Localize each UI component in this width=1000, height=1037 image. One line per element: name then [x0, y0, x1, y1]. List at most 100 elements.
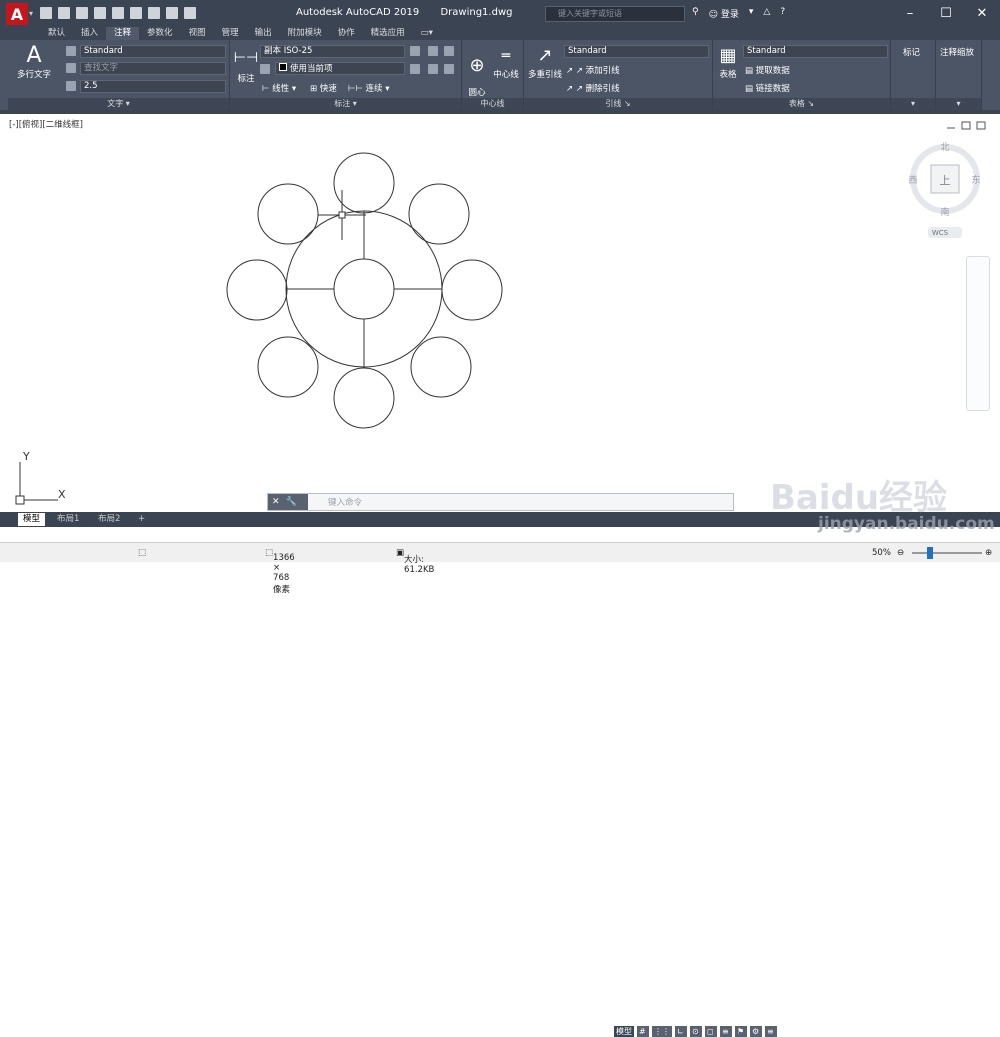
linear-dim-button[interactable]: ⊢ 线性 ▾: [262, 82, 296, 94]
remove-leader-button[interactable]: ↗ ↗ 删除引线: [566, 82, 620, 94]
extract-data-button[interactable]: ▤ 提取数据: [745, 64, 790, 76]
table-style-select[interactable]: Standard: [743, 45, 888, 58]
continue-dim-button[interactable]: ⊢⊢ 连续 ▾: [348, 82, 390, 94]
text-panel-title[interactable]: 文字 ▾: [8, 98, 229, 110]
markup-panel-title: 标记: [903, 48, 921, 58]
ribbon-toggle-icon[interactable]: ▭▾: [413, 27, 441, 40]
undo-icon[interactable]: [166, 7, 178, 19]
dim-tool-1-icon[interactable]: [410, 46, 420, 56]
dim-tool-6-icon[interactable]: [444, 64, 454, 74]
save-as-icon[interactable]: [94, 7, 106, 19]
check-spelling-icon[interactable]: [66, 46, 76, 56]
tab-addins[interactable]: 附加模块: [280, 27, 330, 40]
size-label: ▣ 大小: 61.2KB: [396, 548, 435, 575]
viewport-controls[interactable]: [-][俯视][二维线框]: [9, 118, 83, 130]
tab-featured-apps[interactable]: 精选应用: [363, 27, 413, 40]
binoculars-icon[interactable]: ⚲: [692, 7, 699, 20]
open-icon[interactable]: [58, 7, 70, 19]
mtext-label: 多行文字: [16, 70, 51, 80]
tab-default[interactable]: 默认: [40, 27, 73, 40]
mtext-button[interactable]: A 多行文字: [14, 44, 54, 81]
layer-icon[interactable]: [260, 64, 270, 74]
dim-layer-select[interactable]: 使用当前项: [275, 62, 405, 75]
osnap-icon[interactable]: ◻: [705, 1026, 717, 1037]
mleader-label: 多重引线: [527, 70, 562, 80]
grid-icon[interactable]: #: [637, 1026, 649, 1037]
dim-tool-4-icon[interactable]: [410, 64, 420, 74]
annotation-scale-icon[interactable]: ⚑: [735, 1026, 747, 1037]
polar-icon[interactable]: ⊙: [690, 1026, 702, 1037]
save-web-icon[interactable]: [130, 7, 142, 19]
app-menu-chevron-icon[interactable]: ▾: [29, 9, 33, 18]
login-button[interactable]: ☺ 登录: [709, 7, 739, 20]
cart-icon[interactable]: ▾: [749, 7, 754, 20]
dim-tool-3-icon[interactable]: [444, 46, 454, 56]
tab-view[interactable]: 视图: [181, 27, 214, 40]
table-button[interactable]: ▦ 表格: [715, 44, 741, 80]
zoom-slider-thumb[interactable]: [927, 547, 933, 559]
exchange-icon[interactable]: △: [763, 7, 770, 20]
drawing-canvas[interactable]: [0, 114, 1000, 512]
mleader-button[interactable]: ↗ 多重引线: [526, 44, 564, 80]
lineweight-icon[interactable]: ≡: [720, 1026, 732, 1037]
close-button[interactable]: ✕: [964, 0, 1000, 27]
user-icon: ☺: [708, 10, 721, 20]
open-web-icon[interactable]: [112, 7, 124, 19]
dim-style-select[interactable]: 副本 ISO-25: [260, 45, 405, 58]
layout-tab-1[interactable]: 布局1: [52, 513, 84, 526]
new-icon[interactable]: [40, 7, 52, 19]
markup-panel[interactable]: 标记 ▾: [891, 40, 936, 110]
add-leader-button[interactable]: ↗ ↗ 添加引线: [566, 64, 620, 76]
crop-icon[interactable]: ⬚: [138, 548, 146, 558]
zoom-in-button[interactable]: ⊕: [985, 548, 992, 558]
quick-dim-button[interactable]: ⊞ 快速: [310, 82, 337, 94]
tab-collaborate[interactable]: 协作: [330, 27, 363, 40]
tab-annotate[interactable]: 注释: [106, 27, 140, 40]
tab-output[interactable]: 输出: [247, 27, 280, 40]
command-input[interactable]: 键入命令: [328, 496, 362, 508]
customize-icon[interactable]: 🔧: [286, 497, 297, 507]
text-height-icon[interactable]: [66, 81, 76, 91]
workspace-icon[interactable]: ⚙: [750, 1026, 762, 1037]
dimension-panel-title[interactable]: 标注 ▾: [230, 98, 461, 110]
app-menu-button[interactable]: A: [6, 3, 28, 25]
find-text-input[interactable]: 查找文字: [80, 62, 226, 75]
tab-manage[interactable]: 管理: [214, 27, 247, 40]
mleader-style-select[interactable]: Standard: [564, 45, 709, 58]
close-command-icon[interactable]: ✕: [272, 497, 280, 507]
save-icon[interactable]: [76, 7, 88, 19]
model-space-button[interactable]: 模型: [614, 1026, 634, 1037]
minimize-button[interactable]: –: [892, 0, 928, 27]
link-data-button[interactable]: ▤ 链接数据: [745, 82, 790, 94]
text-style-select[interactable]: Standard: [80, 45, 226, 58]
ortho-icon[interactable]: ∟: [675, 1026, 687, 1037]
markup-expand-icon[interactable]: ▾: [891, 98, 935, 110]
search-input[interactable]: 键入关键字或短语: [545, 6, 685, 22]
centerline-button[interactable]: ═ 中心线: [490, 44, 522, 80]
customize-status-icon[interactable]: ≡: [765, 1026, 777, 1037]
leader-panel-title[interactable]: 引线 ↘: [524, 98, 712, 110]
annotation-scaling-expand-icon[interactable]: ▾: [936, 98, 981, 110]
title-bar: A ▾ Autodesk AutoCAD 2019 Drawing1.dwg 键…: [0, 0, 1000, 27]
layout-tab-2[interactable]: 布局2: [93, 513, 125, 526]
zoom-slider[interactable]: [912, 552, 982, 554]
add-layout-button[interactable]: +: [133, 513, 150, 526]
dim-tool-2-icon[interactable]: [428, 46, 438, 56]
tab-insert[interactable]: 插入: [73, 27, 106, 40]
maximize-button[interactable]: ☐: [928, 0, 964, 27]
snap-icon[interactable]: ⋮⋮: [652, 1026, 672, 1037]
help-icon[interactable]: ?: [780, 7, 785, 20]
redo-icon[interactable]: [184, 7, 196, 19]
annotation-scaling-panel[interactable]: 注释缩放 ▾: [936, 40, 982, 110]
plot-icon[interactable]: [148, 7, 160, 19]
table-panel-title[interactable]: 表格 ↘: [713, 98, 890, 110]
text-height-select[interactable]: 2.5: [80, 80, 226, 93]
find-text-icon[interactable]: [66, 63, 76, 73]
dim-tool-5-icon[interactable]: [428, 64, 438, 74]
dimension-button[interactable]: ⊢⊣ 标注: [232, 44, 260, 84]
navigation-bar[interactable]: [966, 256, 990, 411]
command-line[interactable]: ✕ 🔧 键入命令: [267, 493, 734, 511]
layout-tab-model[interactable]: 模型: [18, 513, 46, 526]
zoom-out-button[interactable]: ⊖: [897, 548, 904, 558]
tab-parametric[interactable]: 参数化: [139, 27, 181, 40]
